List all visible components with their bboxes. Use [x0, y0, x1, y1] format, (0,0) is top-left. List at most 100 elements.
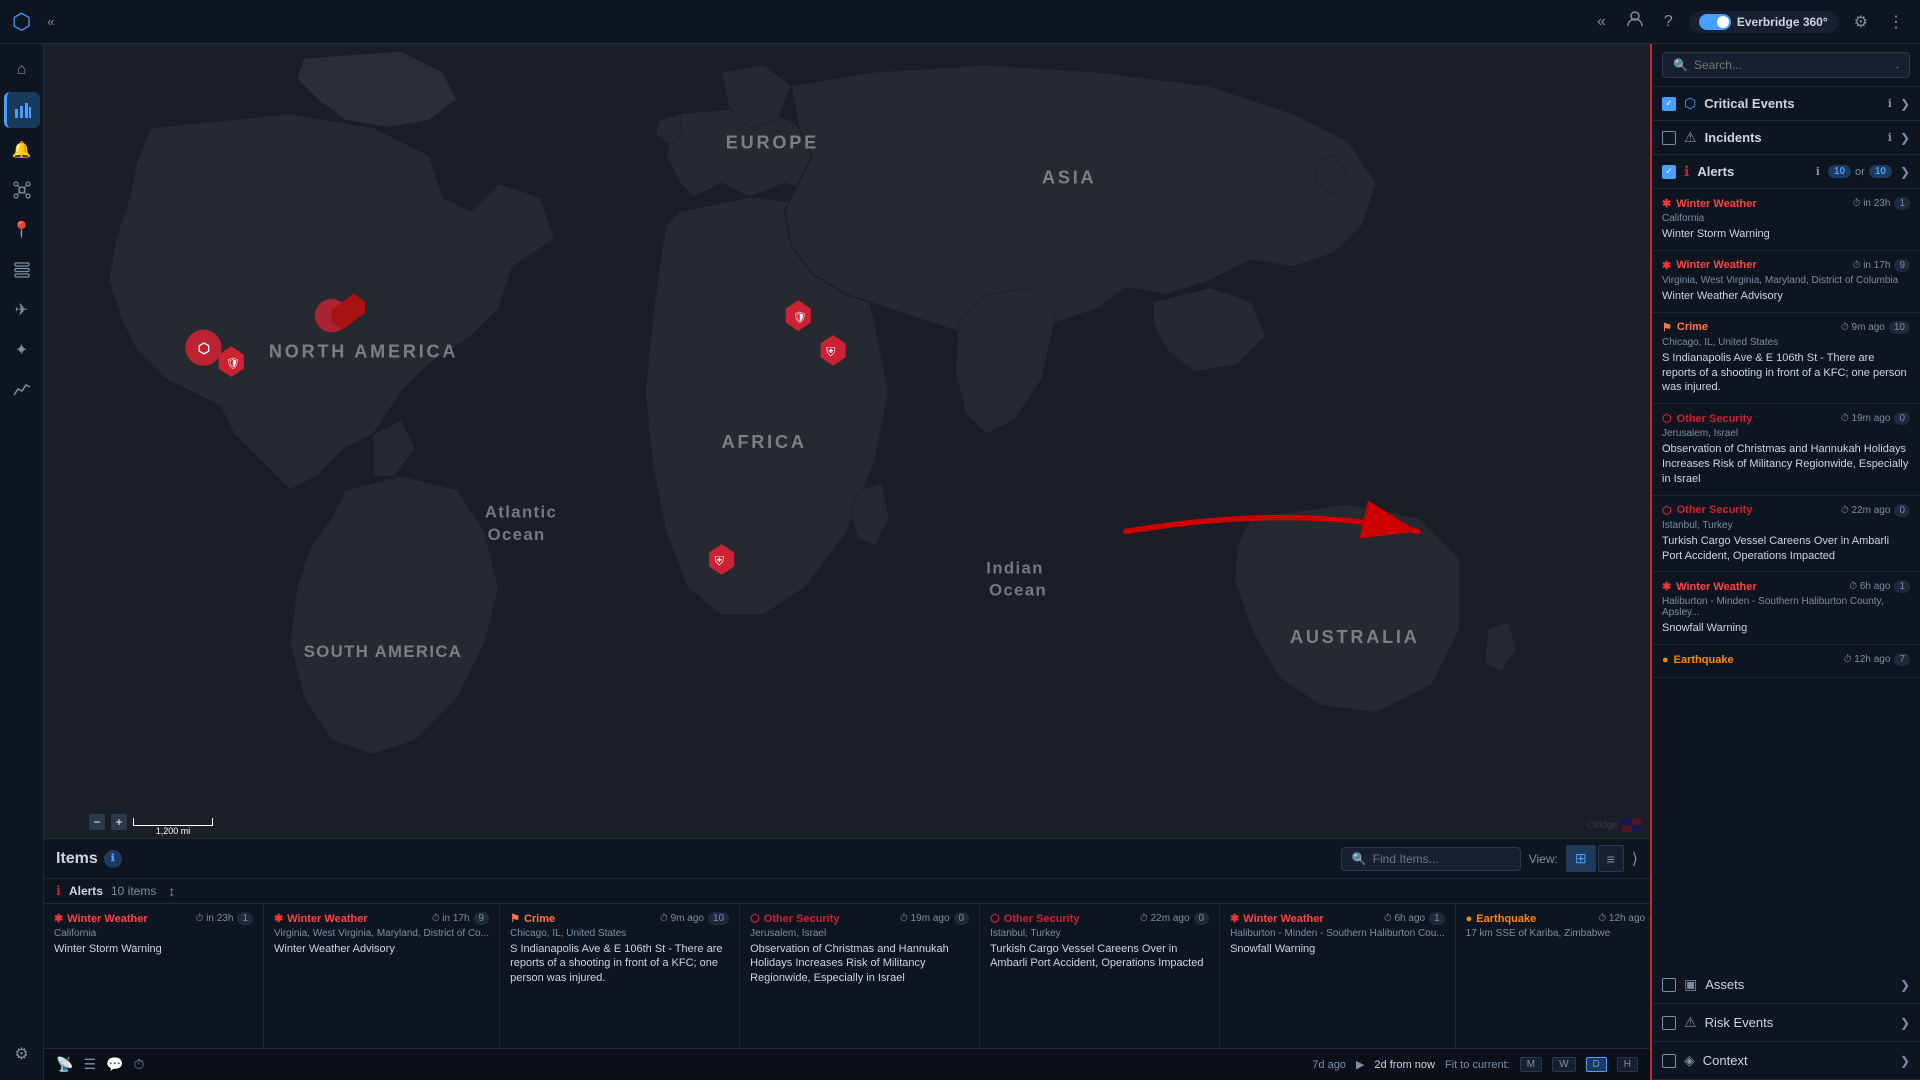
assets-checkbox[interactable] [1662, 978, 1676, 992]
alerts-info[interactable]: ℹ [1816, 165, 1820, 178]
context-expand[interactable]: ❯ [1900, 1054, 1910, 1068]
sidebar-item-alerts[interactable]: 🔔 [4, 132, 40, 168]
card-2-header: ✱ Winter Weather ⏱ in 17h 9 [274, 912, 489, 925]
incidents-checkbox[interactable] [1662, 131, 1676, 145]
items-controls: 🔍 View: ⊞ ≡ ⟩ [1341, 845, 1638, 872]
incidents-expand[interactable]: ❯ [1900, 131, 1910, 145]
card-2-location: Virginia, West Virginia, Maryland, Distr… [274, 928, 489, 939]
app-logo: ⬡ [12, 9, 31, 35]
rp-search-input[interactable] [1694, 58, 1890, 72]
rp-risk-events-section[interactable]: ⚠ Risk Events ❯ [1652, 1004, 1920, 1042]
fit-btn[interactable]: Fit to current: [1445, 1059, 1510, 1071]
risk-events-label: Risk Events [1705, 1015, 1892, 1030]
more-btn[interactable]: ⋮ [1884, 8, 1908, 36]
items-search-container: 🔍 [1341, 847, 1521, 871]
user-btn[interactable] [1622, 6, 1648, 37]
event-5-location: Istanbul, Turkey [1662, 520, 1910, 531]
event-4-desc: Observation of Christmas and Hannukah Ho… [1662, 442, 1910, 487]
card-2-meta: ⏱ in 17h 9 [432, 912, 489, 925]
panels-icon-feed[interactable]: 📡 [56, 1056, 73, 1073]
event-3-desc: S Indianapolis Ave & E 106th St - There … [1662, 351, 1910, 396]
event-5-desc: Turkish Cargo Vessel Careens Over in Amb… [1662, 534, 1910, 564]
rp-context-section[interactable]: ◈ Context ❯ [1652, 1042, 1920, 1080]
incidents-info[interactable]: ℹ [1888, 131, 1892, 144]
period-H-btn[interactable]: H [1617, 1057, 1638, 1072]
card-1-title: Winter Storm Warning [54, 942, 253, 956]
event-item-1[interactable]: ✱ Winter Weather ⏱ in 23h 1 California W… [1652, 189, 1920, 251]
toggle-knob [1717, 16, 1729, 28]
risk-events-expand[interactable]: ❯ [1900, 1016, 1910, 1030]
rp-alerts-header[interactable]: ✓ ℹ Alerts ℹ 10 or 10 ❯ [1652, 155, 1920, 188]
zoom-out-btn[interactable]: − [89, 814, 105, 830]
risk-events-checkbox[interactable] [1662, 1016, 1676, 1030]
panel-collapse-btn[interactable]: ⟩ [1632, 849, 1638, 869]
view-buttons: ⊞ ≡ [1566, 845, 1624, 872]
nav-collapse-btn[interactable]: « [39, 10, 62, 33]
items-search-input[interactable] [1373, 852, 1510, 866]
alert-card-5[interactable]: ⬡ Other Security ⏱ 22m ago 0 Istanbul, T… [980, 904, 1220, 1048]
critical-events-checkbox[interactable]: ✓ [1662, 97, 1676, 111]
sort-btn[interactable]: ↕ [168, 883, 175, 899]
bottom-bar: 📡 ☰ 💬 ⏱ 7d ago ▶ 2d from now Fit to curr… [44, 1048, 1650, 1080]
sidebar-item-analytics[interactable] [4, 92, 40, 128]
grid-view-btn[interactable]: ⊞ [1566, 845, 1596, 872]
critical-events-expand[interactable]: ❯ [1900, 97, 1910, 111]
bottom-right: 7d ago ▶ 2d from now Fit to current: M W… [1312, 1057, 1638, 1072]
settings-btn[interactable]: ⚙ [1850, 8, 1872, 36]
critical-events-info[interactable]: ℹ [1888, 97, 1892, 110]
event-item-3[interactable]: ⚑ Crime ⏱ 9m ago 10 Chicago, IL, United … [1652, 313, 1920, 405]
ev360-toggle[interactable]: Everbridge 360° [1689, 11, 1838, 33]
items-info-badge[interactable]: ℹ [104, 850, 122, 868]
sidebar-item-settings[interactable]: ⚙ [4, 1036, 40, 1072]
svg-text:NORTH AMERICA: NORTH AMERICA [269, 341, 458, 361]
sidebar-item-chart[interactable] [4, 372, 40, 408]
sidebar-item-layers[interactable] [4, 252, 40, 288]
alerts-expand[interactable]: ❯ [1900, 165, 1910, 179]
alert-card-3[interactable]: ⚑ Crime ⏱ 9m ago 10 Chicago, IL, United … [500, 904, 740, 1048]
event-item-4[interactable]: ⬡ Other Security ⏱ 19m ago 0 Jerusalem, … [1652, 404, 1920, 496]
panels-icon-clock[interactable]: ⏱ [133, 1056, 144, 1073]
event-item-6[interactable]: ✱ Winter Weather ⏱ 6h ago 1 Haliburton -… [1652, 572, 1920, 645]
assets-expand[interactable]: ❯ [1900, 978, 1910, 992]
card-6-meta: ⏱ 6h ago 1 [1384, 912, 1445, 925]
card-1-meta: ⏱ in 23h 1 [196, 912, 253, 925]
sidebar-item-home[interactable]: ⌂ [4, 52, 40, 88]
sidebar-item-location[interactable]: 📍 [4, 212, 40, 248]
event-item-7[interactable]: ● Earthquake ⏱ 12h ago 7 [1652, 645, 1920, 678]
period-W-btn[interactable]: W [1552, 1057, 1575, 1072]
context-label: Context [1703, 1053, 1892, 1068]
event-item-5[interactable]: ⬡ Other Security ⏱ 22m ago 0 Istanbul, T… [1652, 496, 1920, 573]
alert-card-7[interactable]: ● Earthquake ⏱ 12h ago 7 17 km SSE of Ka… [1456, 904, 1650, 1048]
event-3-meta: ⏱ 9m ago 10 [1841, 321, 1910, 334]
collapse-right-btn[interactable]: « [1593, 9, 1610, 35]
rp-incidents-header[interactable]: ⚠ Incidents ℹ ❯ [1652, 121, 1920, 154]
event-5-header: ⬡ Other Security ⏱ 22m ago 0 [1662, 504, 1910, 517]
sidebar-item-network[interactable] [4, 172, 40, 208]
assets-icon: ▣ [1684, 976, 1697, 993]
card-3-title: S Indianapolis Ave & E 106th St - There … [510, 942, 729, 985]
panels-icon-chat[interactable]: 💬 [106, 1056, 123, 1073]
event-item-2[interactable]: ✱ Winter Weather ⏱ in 17h 9 Virginia, We… [1652, 251, 1920, 313]
map-container[interactable]: NORTH AMERICA EUROPE ASIA Atlantic Ocean… [44, 44, 1650, 838]
ev360-switch[interactable] [1699, 14, 1731, 30]
sidebar-item-star[interactable]: ✦ [4, 332, 40, 368]
panels-icon-list[interactable]: ☰ [83, 1056, 96, 1073]
period-D-btn[interactable]: D [1586, 1057, 1607, 1072]
rp-assets-section[interactable]: ▣ Assets ❯ [1652, 966, 1920, 1004]
sidebar-item-travel[interactable]: ✈ [4, 292, 40, 328]
alert-card-6[interactable]: ✱ Winter Weather ⏱ 6h ago 1 Haliburton -… [1220, 904, 1456, 1048]
alert-card-4[interactable]: ⬡ Other Security ⏱ 19m ago 0 Jerusalem, … [740, 904, 980, 1048]
scale-text: 1,200 mi [156, 826, 191, 836]
alert-card-2[interactable]: ✱ Winter Weather ⏱ in 17h 9 Virginia, We… [264, 904, 500, 1048]
period-M-btn[interactable]: M [1520, 1057, 1542, 1072]
card-7-type: ● Earthquake [1466, 913, 1537, 925]
rp-critical-events-header[interactable]: ✓ ⬡ Critical Events ℹ ❯ [1652, 87, 1920, 120]
alerts-checkbox[interactable]: ✓ [1662, 165, 1676, 179]
alert-card-1[interactable]: ✱ Winter Weather ⏱ in 23h 1 California W… [44, 904, 264, 1048]
help-btn[interactable]: ? [1660, 9, 1677, 35]
list-view-btn[interactable]: ≡ [1598, 845, 1624, 872]
card-4-meta: ⏱ 19m ago 0 [900, 912, 969, 925]
context-checkbox[interactable] [1662, 1054, 1676, 1068]
zoom-in-btn[interactable]: + [111, 814, 127, 830]
svg-text:AUSTRALIA: AUSTRALIA [1290, 627, 1420, 647]
